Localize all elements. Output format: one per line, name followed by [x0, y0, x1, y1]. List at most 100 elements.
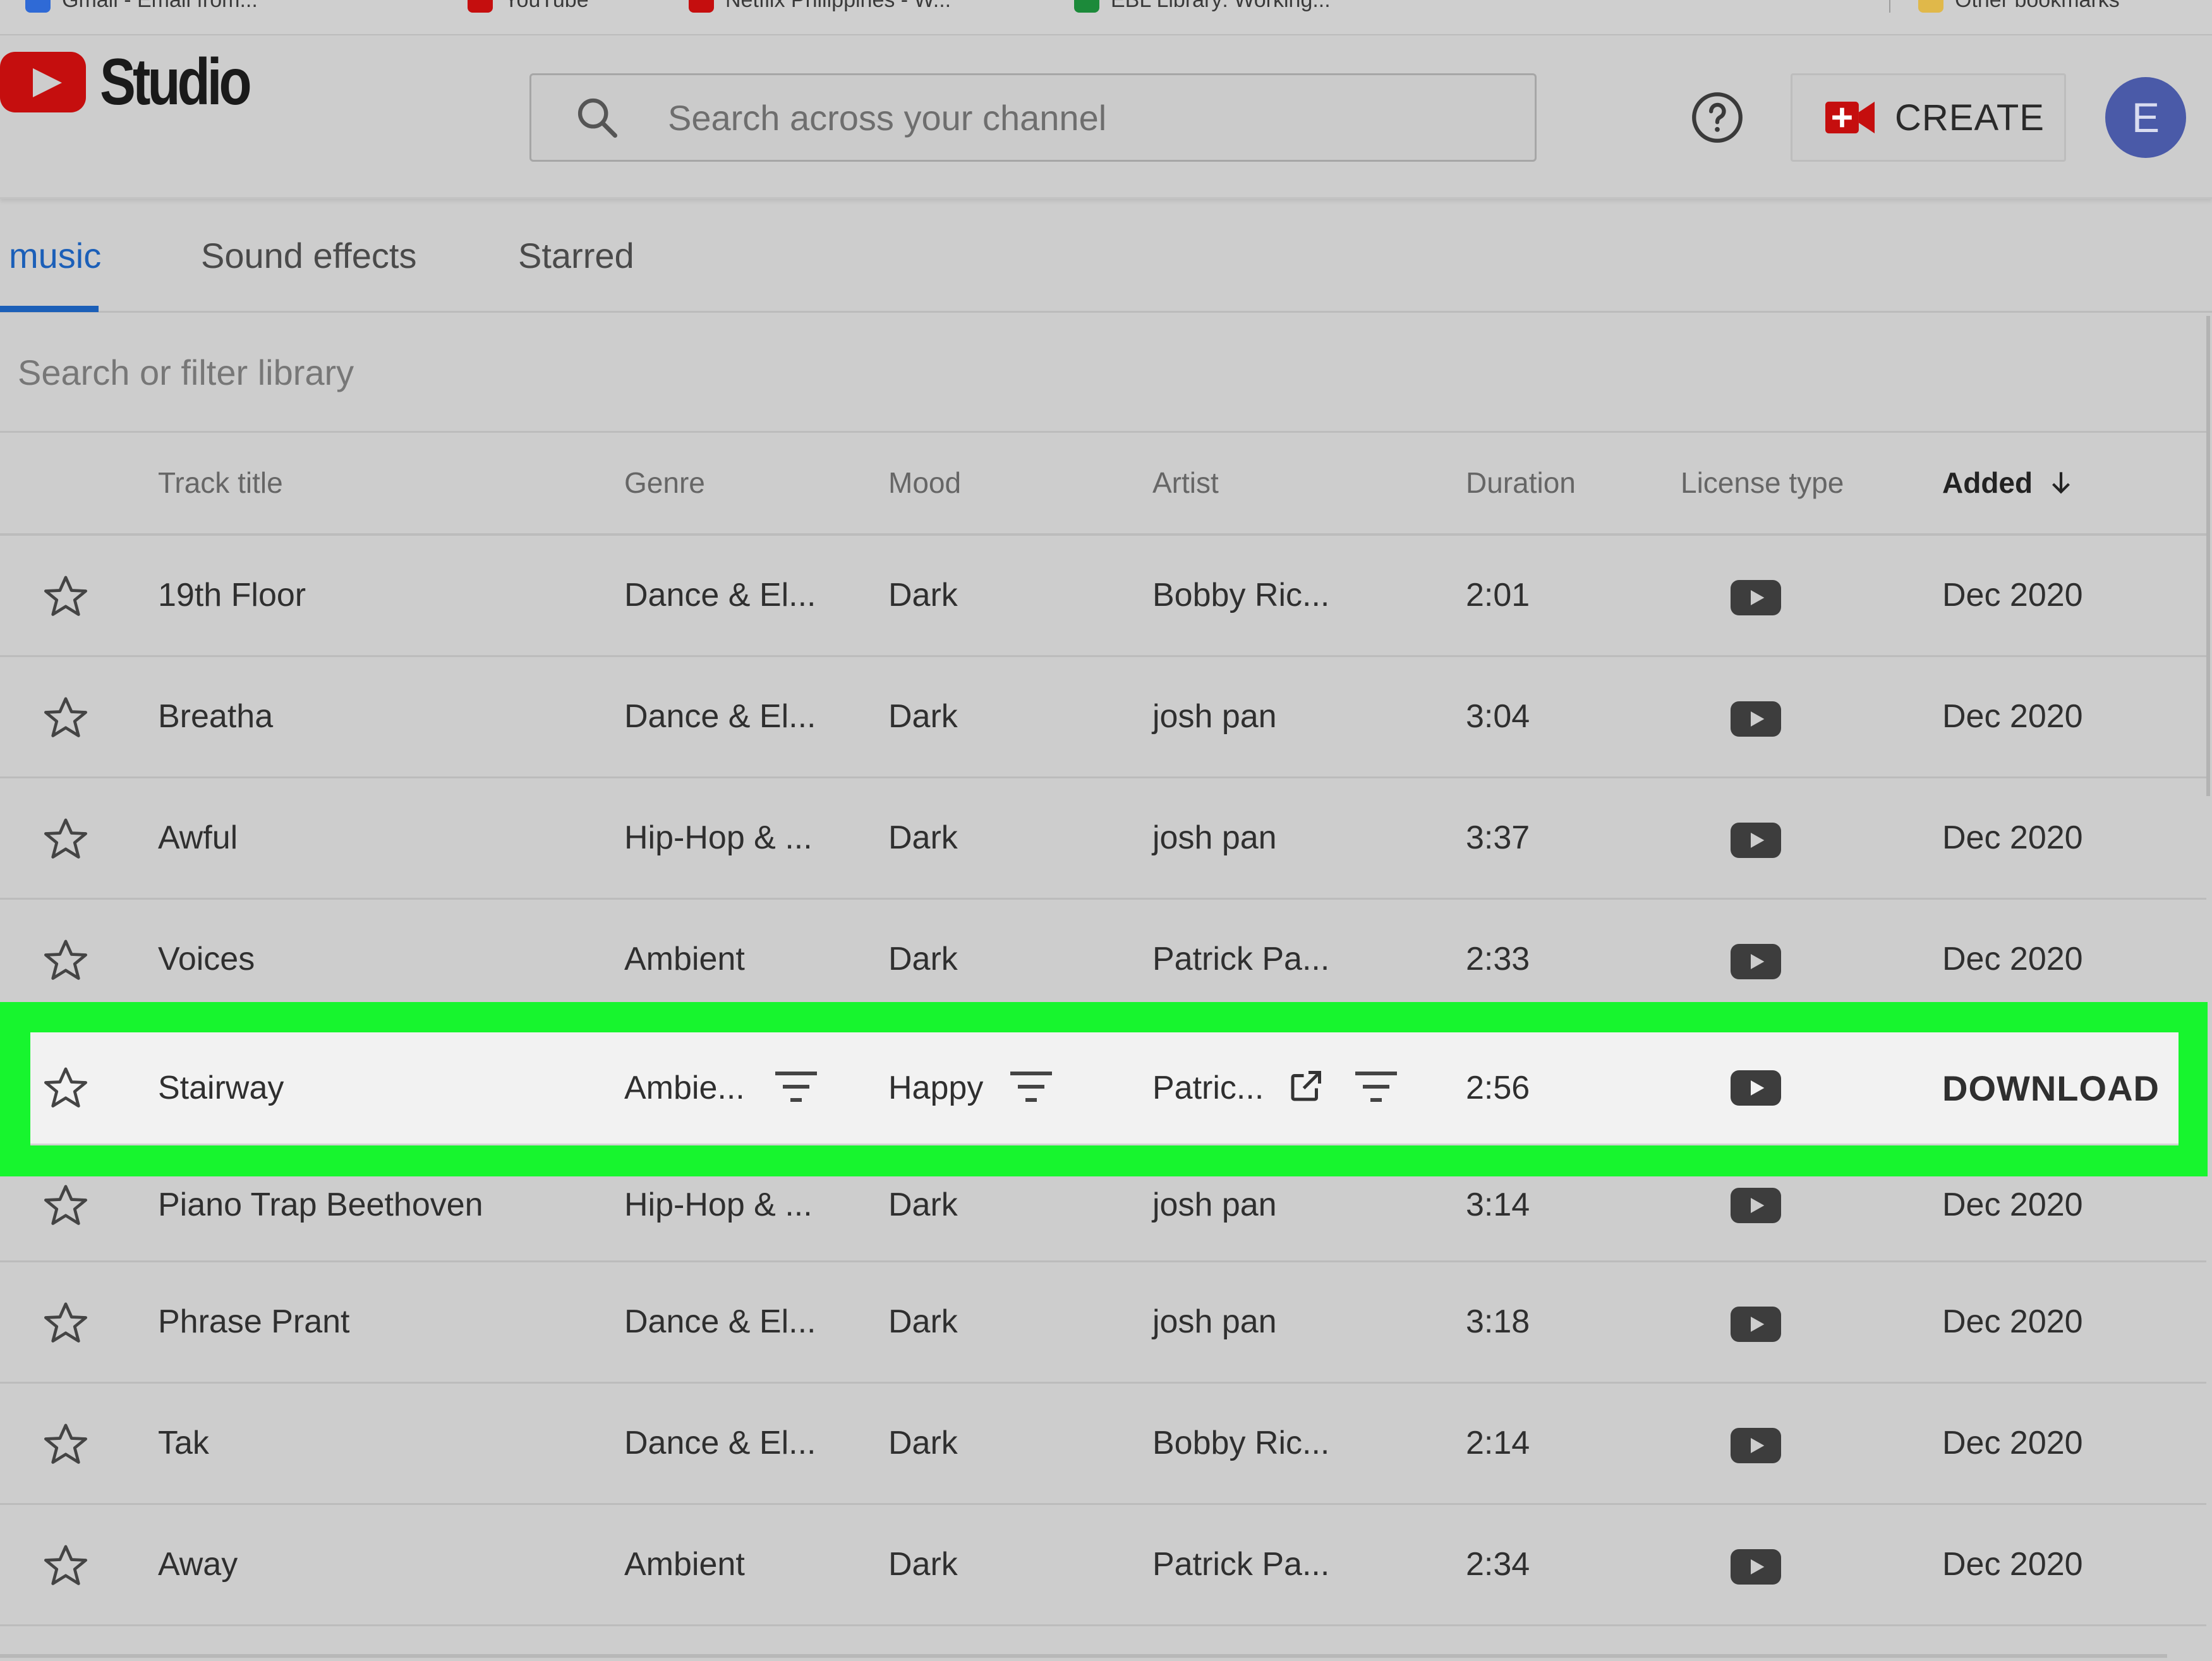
bookmarks-divider	[1889, 0, 1890, 13]
table-row[interactable]: 19th Floor Dance & El... Dark Bobby Ric.…	[0, 536, 2206, 657]
help-icon[interactable]	[1691, 91, 1744, 144]
bookmark-gmail[interactable]: Gmail - Email from...	[25, 0, 258, 14]
youtube-license-icon	[1731, 1307, 1781, 1342]
track-mood: Dark	[888, 819, 958, 856]
track-mood: Dark	[888, 698, 958, 735]
star-icon[interactable]	[40, 936, 91, 984]
table-row[interactable]: Away Ambient Dark Patrick Pa... 2:34 Dec…	[0, 1505, 2206, 1626]
track-added: Dec 2020	[1942, 1546, 2083, 1583]
column-header-added[interactable]: Added	[1942, 432, 2077, 533]
track-artist: josh pan	[1152, 819, 1277, 856]
active-tab-indicator	[0, 306, 99, 312]
vertical-scrollbar[interactable]	[2206, 316, 2210, 796]
track-added: Dec 2020	[1942, 1425, 2083, 1461]
table-row[interactable]: Piano Trap Beethoven Hip-Hop & ... Dark …	[0, 1176, 2206, 1262]
track-genre: Dance & El...	[624, 577, 816, 613]
star-icon[interactable]	[40, 1420, 91, 1468]
download-button[interactable]: DOWNLOAD	[1942, 1032, 2160, 1144]
bookmark-ebl-library[interactable]: EBL Library: Working...	[1074, 0, 1331, 14]
tab-sound-effects-label: Sound effects	[201, 235, 417, 275]
track-artist: josh pan	[1152, 1187, 1277, 1223]
tab-sound-effects[interactable]: Sound effects	[201, 200, 416, 311]
studio-logo-text: Studio	[100, 45, 252, 119]
bookmark-netflix[interactable]: Netflix Philippines - W...	[689, 0, 951, 14]
track-title: Piano Trap Beethoven	[158, 1187, 483, 1223]
create-button[interactable]: CREATE	[1791, 73, 2066, 162]
filter-by-genre-icon[interactable]	[773, 1069, 819, 1104]
column-header-artist[interactable]: Artist	[1152, 432, 1219, 533]
bookmark-youtube[interactable]: YouTube	[468, 0, 589, 14]
youtube-license-icon	[1731, 701, 1781, 737]
star-icon[interactable]	[40, 1299, 91, 1347]
horizontal-scrollbar[interactable]	[0, 1654, 2167, 1658]
track-mood: Dark	[888, 577, 958, 613]
column-header-genre[interactable]: Genre	[624, 432, 705, 533]
column-header-mood[interactable]: Mood	[888, 432, 961, 533]
track-duration: 2:01	[1466, 577, 1530, 613]
star-icon[interactable]	[40, 1542, 91, 1590]
sort-descending-arrow-icon	[2052, 472, 2070, 494]
track-artist: josh pan	[1152, 698, 1277, 735]
library-filter-bar[interactable]	[0, 313, 2206, 433]
track-added: Dec 2020	[1942, 941, 2083, 977]
table-row[interactable]: Breatha Dance & El... Dark josh pan 3:04…	[0, 657, 2206, 778]
track-title: Phrase Prant	[158, 1303, 350, 1340]
channel-search-input[interactable]	[667, 96, 1427, 139]
track-genre: Dance & El...	[624, 698, 816, 735]
search-icon	[577, 98, 617, 138]
tab-music[interactable]: music	[9, 200, 101, 311]
track-artist: josh pan	[1152, 1303, 1277, 1340]
create-button-label: CREATE	[1895, 97, 2045, 138]
bookmark-other[interactable]: Other bookmarks	[1918, 0, 2120, 14]
account-avatar[interactable]: E	[2105, 77, 2186, 158]
track-mood: Dark	[888, 1425, 958, 1461]
youtube-license-icon	[1731, 944, 1781, 979]
youtube-license-icon	[1731, 1549, 1781, 1585]
table-row[interactable]: Tak Dance & El... Dark Bobby Ric... 2:14…	[0, 1384, 2206, 1505]
tab-starred[interactable]: Starred	[518, 200, 634, 311]
track-genre: Ambie...	[624, 1070, 745, 1106]
bookmarks-bar: Gmail - Email from... YouTube Netflix Ph…	[0, 0, 2212, 35]
youtube-play-logo-icon	[0, 52, 86, 112]
star-icon[interactable]	[40, 815, 91, 863]
track-duration: 3:04	[1466, 698, 1530, 735]
track-title: Stairway	[158, 1070, 284, 1106]
open-external-icon[interactable]	[1286, 1068, 1324, 1106]
track-added: Dec 2020	[1942, 819, 2083, 856]
track-title: Awful	[158, 819, 238, 856]
filter-by-artist-icon[interactable]	[1353, 1069, 1399, 1104]
track-genre: Ambient	[624, 1546, 745, 1583]
filter-by-mood-icon[interactable]	[1008, 1069, 1054, 1104]
track-added: Dec 2020	[1942, 1303, 2083, 1340]
star-icon[interactable]	[40, 572, 91, 620]
track-genre: Dance & El...	[624, 1303, 816, 1340]
track-artist: Bobby Ric...	[1152, 1425, 1330, 1461]
star-icon[interactable]	[40, 694, 91, 742]
table-row-hovered[interactable]: Stairway Ambie... Happy Patric... 2:56 D…	[30, 1032, 2179, 1145]
track-title: 19th Floor	[158, 577, 306, 613]
track-duration: 3:37	[1466, 819, 1530, 856]
table-row[interactable]: Phrase Prant Dance & El... Dark josh pan…	[0, 1262, 2206, 1384]
library-filter-input[interactable]	[16, 351, 1030, 394]
star-icon[interactable]	[40, 1181, 91, 1229]
youtube-license-icon	[1731, 1428, 1781, 1463]
track-duration: 3:18	[1466, 1303, 1530, 1340]
column-header-duration[interactable]: Duration	[1466, 432, 1576, 533]
studio-logo[interactable]: Studio	[0, 45, 281, 119]
column-header-added-label: Added	[1942, 466, 2033, 499]
track-duration: 2:14	[1466, 1425, 1530, 1461]
track-artist: Patrick Pa...	[1152, 941, 1330, 977]
track-genre: Hip-Hop & ...	[624, 1187, 813, 1223]
netflix-icon	[689, 0, 714, 13]
column-header-license-type[interactable]: License type	[1681, 432, 1844, 533]
channel-search-box[interactable]	[529, 73, 1537, 162]
star-icon[interactable]	[40, 1064, 91, 1112]
track-mood: Dark	[888, 941, 958, 977]
tab-music-label: music	[9, 235, 102, 275]
track-duration: 2:34	[1466, 1546, 1530, 1583]
track-artist: Bobby Ric...	[1152, 577, 1330, 613]
table-header: Track title Genre Mood Artist Duration L…	[0, 432, 2206, 536]
track-duration: 3:14	[1466, 1187, 1530, 1223]
table-row[interactable]: Awful Hip-Hop & ... Dark josh pan 3:37 D…	[0, 778, 2206, 900]
column-header-track-title[interactable]: Track title	[158, 432, 283, 533]
